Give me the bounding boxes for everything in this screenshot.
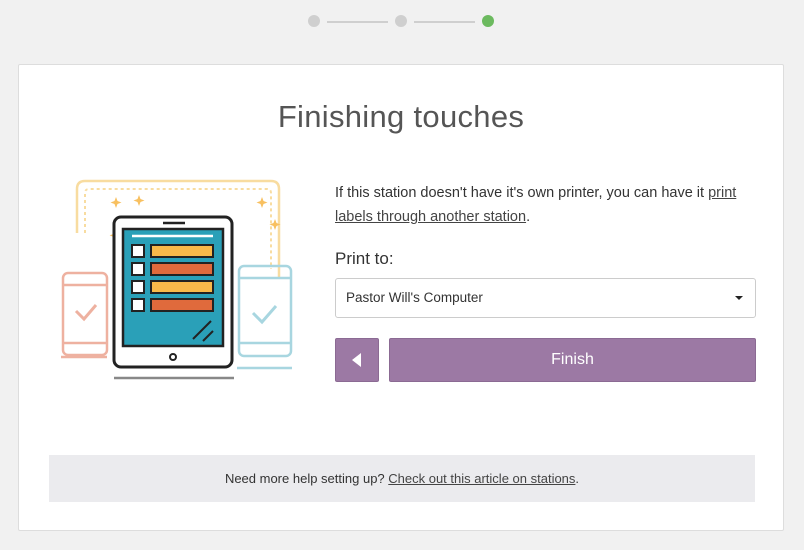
step-dot-3-active xyxy=(482,15,494,27)
progress-stepper xyxy=(308,14,496,28)
help-suffix: . xyxy=(575,471,580,486)
description-text-body: If this station doesn't have it's own pr… xyxy=(335,185,709,201)
print-settings-panel: If this station doesn't have it's own pr… xyxy=(335,181,756,382)
left-phone xyxy=(61,271,109,359)
description-text: If this station doesn't have it's own pr… xyxy=(335,181,756,229)
action-buttons: Finish xyxy=(335,338,756,382)
help-banner: Need more help setting up? Check out thi… xyxy=(49,455,755,502)
print-to-selected-value: Pastor Will's Computer xyxy=(346,290,483,305)
description-suffix: . xyxy=(526,209,531,225)
stations-article-link[interactable]: Check out this article on stations xyxy=(388,471,575,486)
print-to-label: Print to: xyxy=(335,249,394,268)
print-to-select[interactable]: Pastor Will's Computer xyxy=(335,278,756,318)
page-title: Finishing touches xyxy=(277,99,525,134)
right-phone xyxy=(237,264,293,370)
tablet-and-phones-illustration xyxy=(61,179,293,380)
tablet xyxy=(112,215,234,380)
step-dot-1 xyxy=(308,15,320,27)
setup-card: Finishing touches If this station doesn'… xyxy=(18,64,784,531)
back-button[interactable] xyxy=(335,338,379,382)
back-arrow-icon xyxy=(352,353,361,367)
step-connector xyxy=(414,21,475,23)
finish-button[interactable]: Finish xyxy=(389,338,756,382)
help-text: Need more help setting up? xyxy=(224,471,389,486)
chevron-down-icon xyxy=(735,296,743,300)
step-connector xyxy=(327,21,388,23)
step-dot-2 xyxy=(395,15,407,27)
